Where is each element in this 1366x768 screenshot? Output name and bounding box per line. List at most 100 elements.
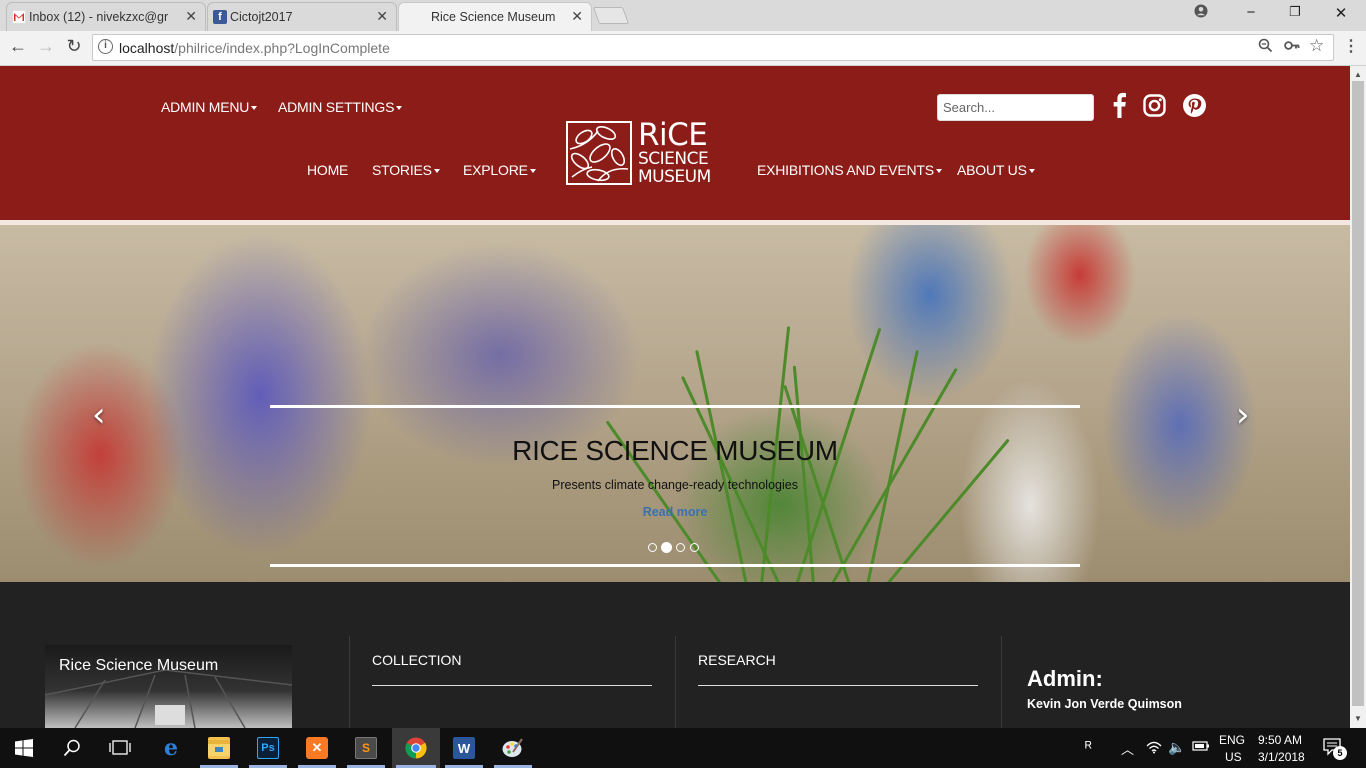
url-host: localhost [119, 39, 175, 56]
nav-label: EXPLORE [463, 162, 528, 178]
site-search-input[interactable] [937, 94, 1094, 121]
edge-icon[interactable]: e [160, 735, 182, 761]
network-icon[interactable] [1146, 740, 1162, 757]
page-scrollbar[interactable]: ▲ ▼ [1350, 66, 1366, 728]
tab-rice-science-museum[interactable]: Rice Science Museum ✕ [398, 2, 592, 31]
caret-down-icon [251, 106, 258, 111]
chrome-icon[interactable] [405, 737, 427, 759]
nav-exhibitions-and-events[interactable]: EXHIBITIONS AND EVENTS [757, 162, 942, 178]
carousel-indicator-2[interactable] [661, 542, 672, 553]
nav-label: ADMIN MENU [161, 99, 250, 115]
nav-admin-settings[interactable]: ADMIN SETTINGS [278, 99, 403, 115]
start-icon[interactable] [13, 737, 35, 759]
nav-explore[interactable]: EXPLORE [463, 162, 536, 178]
scrollbar-thumb[interactable] [1352, 81, 1364, 706]
carousel-caption: RICE SCIENCE MUSEUM Presents climate cha… [270, 405, 1080, 567]
nav-label: HOME [307, 162, 349, 178]
column-divider [349, 636, 350, 728]
key-icon[interactable] [1284, 38, 1300, 57]
carousel-indicator-3[interactable] [676, 543, 685, 552]
tab-label: Rice Science Museum [431, 10, 556, 24]
nav-stories[interactable]: STORIES [372, 162, 440, 178]
gmail-icon [12, 10, 26, 24]
menu-icon[interactable]: ⋮ [1343, 36, 1359, 56]
nav-admin-menu[interactable]: ADMIN MENU [161, 99, 258, 115]
caret-down-icon [935, 169, 942, 174]
star-icon[interactable]: ☆ [1309, 36, 1324, 56]
close-tab-icon[interactable]: ✕ [376, 8, 388, 25]
tab-cictojt2017[interactable]: f Cictojt2017 ✕ [207, 2, 397, 31]
close-tab-icon[interactable]: ✕ [185, 8, 197, 25]
sublime-icon[interactable]: S [355, 737, 377, 759]
pinterest-icon[interactable] [1183, 94, 1206, 122]
back-icon[interactable]: ← [6, 36, 30, 57]
nav-label: EXHIBITIONS AND EVENTS [757, 162, 934, 178]
read-more-link[interactable]: Read more [270, 505, 1080, 519]
search-icon[interactable] [61, 737, 83, 759]
carousel-title: RICE SCIENCE MUSEUM [512, 435, 838, 466]
caret-down-icon [433, 169, 440, 174]
nav-about-us[interactable]: ABOUT US [957, 162, 1035, 178]
language-bottom[interactable]: US [1225, 750, 1242, 764]
info-icon[interactable]: i [98, 39, 113, 54]
collection-heading[interactable]: COLLECTION [372, 652, 461, 668]
video-embed[interactable]: Rice Science Museum [45, 645, 292, 728]
word-icon[interactable]: W [453, 737, 475, 759]
instagram-icon[interactable] [1143, 94, 1166, 122]
admin-name: Kevin Jon Verde Quimson [1027, 697, 1182, 711]
browser-tab-bar: Inbox (12) - nivekzxc@gr ✕ f Cictojt2017… [0, 0, 1366, 31]
new-tab-button[interactable] [592, 7, 630, 24]
logo-line-science: SCIENCE [638, 149, 709, 169]
caret-down-icon [1028, 169, 1035, 174]
people-icon[interactable]: ᴿ [1085, 739, 1092, 756]
hero-carousel: ‹ › RICE SCIENCE MUSEUM Presents climate… [0, 225, 1350, 582]
facebook-icon[interactable] [1111, 92, 1127, 123]
tab-label: Inbox (12) - nivekzxc@gr [29, 10, 169, 24]
minimize-icon[interactable]: − [1236, 4, 1266, 21]
nav-label: ADMIN SETTINGS [278, 99, 395, 115]
clock-date[interactable]: 3/1/2018 [1258, 750, 1305, 764]
carousel-indicator-4[interactable] [690, 543, 699, 552]
nav-label: STORIES [372, 162, 432, 178]
tab-inbox[interactable]: Inbox (12) - nivekzxc@gr ✕ [6, 2, 206, 31]
url-path: /philrice/index.php?LogInComplete [174, 39, 390, 56]
forward-icon[interactable]: → [34, 36, 58, 57]
clock-time[interactable]: 9:50 AM [1258, 733, 1302, 747]
xampp-icon[interactable]: ✕ [306, 737, 328, 759]
logo-line-rice: RiCE [638, 117, 708, 153]
nav-label: ABOUT US [957, 162, 1027, 178]
heading-underline [698, 685, 978, 686]
logo-line-museum: MUSEUM [638, 167, 711, 187]
carousel-subtitle: Presents climate change-ready technologi… [552, 478, 798, 492]
rice-grain-logo-mark [566, 121, 632, 185]
heading-underline [372, 685, 652, 686]
photoshop-icon[interactable]: Ps [257, 737, 279, 759]
carousel-next-icon[interactable]: › [1236, 395, 1250, 435]
carousel-prev-icon[interactable]: ‹ [92, 395, 106, 435]
research-heading[interactable]: RESEARCH [698, 652, 776, 668]
video-title: Rice Science Museum [59, 657, 219, 674]
caret-down-icon [396, 106, 403, 111]
nav-home[interactable]: HOME [307, 162, 348, 178]
carousel-indicator-1[interactable] [648, 543, 657, 552]
paint-icon[interactable] [502, 737, 524, 759]
restore-icon[interactable]: ❐ [1280, 4, 1310, 20]
caret-down-icon [529, 169, 536, 174]
volume-icon[interactable]: 🔈 [1168, 739, 1185, 756]
profile-icon[interactable] [1186, 4, 1216, 22]
task-view-icon[interactable] [109, 737, 131, 759]
chevron-up-icon[interactable]: ︿ [1121, 739, 1134, 758]
scroll-up-icon[interactable]: ▲ [1354, 70, 1362, 79]
close-window-icon[interactable]: ✕ [1326, 4, 1356, 22]
file-explorer-icon[interactable] [208, 737, 230, 759]
reload-icon[interactable]: ↻ [62, 36, 86, 57]
zoom-icon[interactable] [1258, 38, 1273, 57]
language-top[interactable]: ENG [1219, 733, 1245, 747]
scroll-down-icon[interactable]: ▼ [1354, 714, 1362, 723]
site-logo[interactable]: RiCE SCIENCE MUSEUM [566, 120, 724, 186]
admin-label: Admin: [1027, 666, 1103, 691]
close-tab-icon[interactable]: ✕ [571, 8, 583, 25]
battery-icon[interactable] [1192, 740, 1210, 755]
address-bar[interactable]: localhost/philrice/index.php?LogInComple… [92, 34, 1334, 61]
column-divider [1001, 636, 1002, 728]
